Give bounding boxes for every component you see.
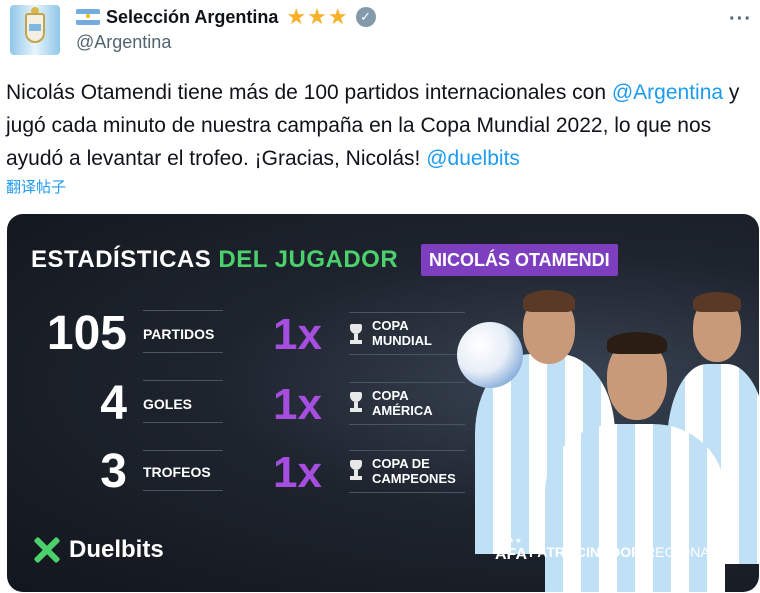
afa-logo: ★★★ AFA [495, 534, 527, 563]
stat-label-trofeos: TROFEOS [143, 464, 211, 480]
card-title-green: DEL JUGADOR [218, 246, 399, 273]
trophy-label-line1: COPA [372, 318, 409, 333]
avatar[interactable] [10, 5, 60, 55]
copa-america-trophy-icon [349, 390, 362, 414]
sponsor-rest: REGIONAL [641, 544, 718, 560]
more-options-icon[interactable]: ··· [729, 8, 752, 31]
star-icon: ★ [286, 4, 307, 29]
media-card[interactable]: ESTADÍSTICAS DEL JUGADOR NICOLÁS OTAMEND… [7, 214, 759, 592]
trophy-count-mundial: 1x [273, 310, 322, 359]
tweet-text-part1: Nicolás Otamendi tiene más de 100 partid… [6, 81, 607, 104]
divider [143, 422, 223, 423]
stat-label-goles: GOLES [143, 396, 193, 412]
sponsor-bold: PATROCINADOR [529, 544, 642, 560]
trophy-label-america: COPA AMÉRICA [372, 388, 433, 418]
sponsor-label: PATROCINADOR REGIONAL [529, 544, 718, 560]
star-rating: ★ ★ ★ [286, 6, 347, 28]
verified-check-icon[interactable]: ✓ [355, 7, 376, 27]
divider [143, 352, 223, 353]
world-cup-trophy-icon [349, 322, 362, 346]
star-icon: ★ [307, 4, 327, 29]
stat-value-trofeos: 3 [100, 445, 127, 498]
duelbits-name: Duelbits [69, 536, 164, 563]
player-left-hair [523, 290, 575, 312]
afa-crest-icon [25, 13, 45, 43]
trophy-label-mundial: COPA MUNDIAL [372, 318, 432, 348]
trophy-label-line2: AMÉRICA [372, 403, 433, 418]
trophy-count-america: 1x [273, 380, 322, 429]
divider [143, 380, 223, 381]
trophy-label-line1: COPA [372, 388, 409, 403]
star-icon: ★ [327, 4, 348, 29]
trophy-count-campeones: 1x [273, 448, 322, 497]
player-center-body [545, 424, 725, 592]
stat-label-partidos: PARTIDOS [143, 326, 215, 342]
translate-post-link[interactable]: 翻译帖子 [6, 176, 66, 197]
duelbits-logo: Duelbits [31, 534, 164, 566]
divider [143, 490, 223, 491]
player-right-hair [693, 292, 741, 312]
tweet-header: Selección Argentina ★ ★ ★ ✓ @Argentina ·… [0, 0, 760, 60]
card-title: ESTADÍSTICAS DEL JUGADOR [31, 246, 398, 274]
card-title-white: ESTADÍSTICAS [31, 246, 219, 273]
display-name[interactable]: Selección Argentina [106, 7, 278, 28]
player-name-badge: NICOLÁS OTAMENDI [421, 244, 618, 276]
football-icon [457, 322, 523, 388]
tweet-text: Nicolás Otamendi tiene más de 100 partid… [6, 76, 758, 175]
finalissima-trophy-icon [349, 458, 362, 482]
handle[interactable]: @Argentina [76, 32, 171, 53]
stat-value-goles: 4 [100, 377, 127, 430]
argentina-flag-icon [76, 9, 100, 25]
player-center-hair [607, 332, 667, 354]
trophy-label-line2: MUNDIAL [372, 333, 432, 348]
divider [143, 450, 223, 451]
mention-argentina[interactable]: @Argentina [612, 81, 723, 104]
name-row: Selección Argentina ★ ★ ★ ✓ [76, 6, 376, 28]
divider [143, 310, 223, 311]
duelbits-swords-icon [31, 534, 63, 566]
afa-text: AFA [495, 546, 527, 563]
mention-duelbits[interactable]: @duelbits [426, 147, 520, 170]
stat-value-partidos: 105 [46, 307, 127, 360]
